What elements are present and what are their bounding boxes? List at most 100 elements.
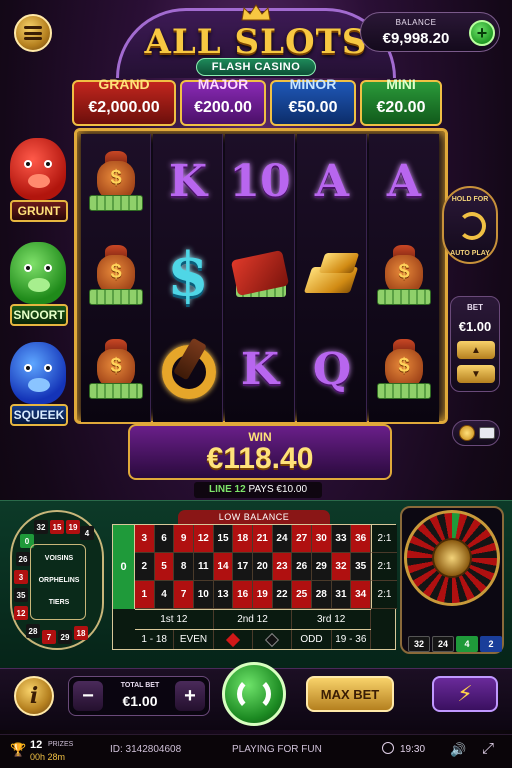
character-grunt[interactable]: GRUNT: [6, 138, 70, 226]
character-squeek[interactable]: SQUEEK: [6, 342, 70, 430]
bet-cell-number[interactable]: 14: [213, 553, 234, 581]
bet-cell-number[interactable]: 17: [233, 553, 253, 581]
game-title: ALL SLOTS: [144, 22, 368, 62]
money-bag-icon: $: [87, 149, 145, 213]
bet-cell-number[interactable]: 32: [331, 553, 352, 581]
decrease-bet-button[interactable]: −: [73, 681, 103, 711]
character-snoort[interactable]: SNOORT: [6, 242, 70, 330]
bet-cell-number[interactable]: 8: [174, 553, 194, 581]
race-number[interactable]: 19: [66, 520, 80, 534]
bet-cell-number[interactable]: 31: [331, 581, 352, 609]
bet-cell-dozen[interactable]: 1st 12: [135, 610, 214, 629]
bet-cell-number[interactable]: 23: [272, 553, 293, 581]
max-bet-button[interactable]: MAX BET: [306, 676, 394, 712]
pig-eye: [24, 160, 32, 168]
bet-cell-number[interactable]: 22: [272, 581, 293, 609]
bet-cell-number[interactable]: 29: [311, 553, 332, 581]
race-number[interactable]: 32: [34, 520, 48, 534]
prizes-count[interactable]: 12: [30, 739, 42, 751]
bet-cell-odd[interactable]: ODD: [292, 630, 332, 649]
section-orphelins[interactable]: ORPHELINS: [31, 577, 87, 584]
bet-cell-number[interactable]: 25: [292, 581, 312, 609]
pig-snout: [28, 278, 50, 292]
bet-cell-number[interactable]: 4: [154, 581, 175, 609]
race-number[interactable]: 18: [74, 626, 88, 640]
roulette-betting-grid: 0 3 6 9 12 15 18 21 24 27 30 33 36 2 5 8 11 14 17 20 23 26 29…: [112, 524, 397, 650]
coin-value-button[interactable]: [452, 420, 500, 446]
race-number[interactable]: 29: [58, 630, 72, 644]
add-funds-button[interactable]: +: [469, 20, 495, 46]
bet-decrease-button[interactable]: ▼: [457, 365, 495, 383]
bet-cell-number[interactable]: 12: [193, 525, 214, 553]
bet-cell-number[interactable]: 26: [292, 553, 312, 581]
pig-snout: [28, 174, 50, 188]
jackpot-minor: MINOR €50.00: [270, 76, 356, 126]
increase-bet-button[interactable]: +: [175, 681, 205, 711]
jackpot-value: €200.00: [194, 99, 252, 116]
bet-cell-number[interactable]: 7: [174, 581, 194, 609]
bet-cell-dozen[interactable]: 3rd 12: [292, 610, 371, 629]
bet-cell-low[interactable]: 1 - 18: [135, 630, 175, 649]
section-tiers[interactable]: TIERS: [31, 599, 87, 606]
fullscreen-icon[interactable]: ⤢: [482, 740, 494, 757]
bet-cell-number[interactable]: 13: [213, 581, 234, 609]
symbol-money-bag: $: [369, 230, 439, 320]
bet-cell-number[interactable]: 9: [174, 525, 194, 553]
bet-cell-red[interactable]: [214, 630, 253, 649]
symbol-dollar: $: [153, 230, 223, 320]
bet-cell-number[interactable]: 27: [292, 525, 312, 553]
bet-increase-button[interactable]: ▲: [457, 341, 495, 359]
race-number[interactable]: 28: [26, 624, 40, 638]
bet-cell-column[interactable]: 2:1: [371, 525, 397, 553]
bet-cell-number[interactable]: 6: [154, 525, 175, 553]
bet-cell-number[interactable]: 24: [272, 525, 293, 553]
turbo-button[interactable]: ⚡: [432, 676, 498, 712]
section-voisins[interactable]: VOISINS: [31, 555, 87, 562]
bet-cell-number[interactable]: 10: [193, 581, 214, 609]
bet-cell-number[interactable]: 19: [252, 581, 273, 609]
bet-cell-even[interactable]: EVEN: [174, 630, 214, 649]
bet-cell-number[interactable]: 21: [252, 525, 273, 553]
spin-button[interactable]: [222, 662, 286, 726]
bet-cell-number[interactable]: 1: [135, 581, 155, 609]
bet-cell-dozen[interactable]: 2nd 12: [214, 610, 293, 629]
symbol-letter: A: [314, 155, 350, 207]
race-number[interactable]: 7: [42, 630, 56, 644]
bet-cell-number[interactable]: 16: [233, 581, 253, 609]
race-number[interactable]: 12: [14, 606, 28, 620]
race-number[interactable]: 26: [16, 552, 30, 566]
bet-cell-column[interactable]: 2:1: [371, 581, 397, 609]
sound-icon[interactable]: 🔊: [450, 742, 466, 758]
wallet-icon: [230, 245, 290, 305]
bet-cell-number[interactable]: 20: [252, 553, 273, 581]
autoplay-label: HOLD FOR: [451, 196, 489, 203]
jackpot-mini: MINI €20.00: [360, 76, 442, 126]
bet-cell-number[interactable]: 30: [311, 525, 332, 553]
bet-cell-number[interactable]: 34: [351, 581, 371, 609]
race-number[interactable]: 15: [50, 520, 64, 534]
autoplay-button[interactable]: HOLD FOR AUTO PLAY: [442, 186, 498, 264]
bet-cell-number[interactable]: 2: [135, 553, 155, 581]
trophy-icon[interactable]: 🏆: [10, 742, 26, 758]
bet-cell-number[interactable]: 18: [233, 525, 253, 553]
race-number[interactable]: 4: [80, 526, 94, 540]
race-number[interactable]: 3: [14, 570, 28, 584]
line-win-info: LINE 12 PAYS €10.00: [194, 482, 322, 498]
bet-cell-number[interactable]: 35: [351, 553, 371, 581]
bet-cell-number[interactable]: 5: [154, 553, 175, 581]
bet-cell-number[interactable]: 28: [311, 581, 332, 609]
info-button[interactable]: i: [14, 676, 54, 716]
bet-cell-number[interactable]: 15: [213, 525, 234, 553]
bet-cell-zero[interactable]: 0: [113, 525, 135, 609]
bet-cell-number[interactable]: 11: [193, 553, 214, 581]
horseshoe-icon: [158, 337, 218, 399]
bet-cell-number[interactable]: 36: [351, 525, 371, 553]
bet-cell-number[interactable]: 33: [331, 525, 352, 553]
bet-cell-column[interactable]: 2:1: [371, 553, 397, 581]
bet-cell-number[interactable]: 3: [135, 525, 155, 553]
bet-cell-black[interactable]: [253, 630, 293, 649]
menu-button[interactable]: [14, 14, 52, 52]
symbol-letter: A: [386, 155, 422, 207]
bet-cell-high[interactable]: 19 - 36: [332, 630, 371, 649]
race-number[interactable]: 35: [14, 588, 28, 602]
